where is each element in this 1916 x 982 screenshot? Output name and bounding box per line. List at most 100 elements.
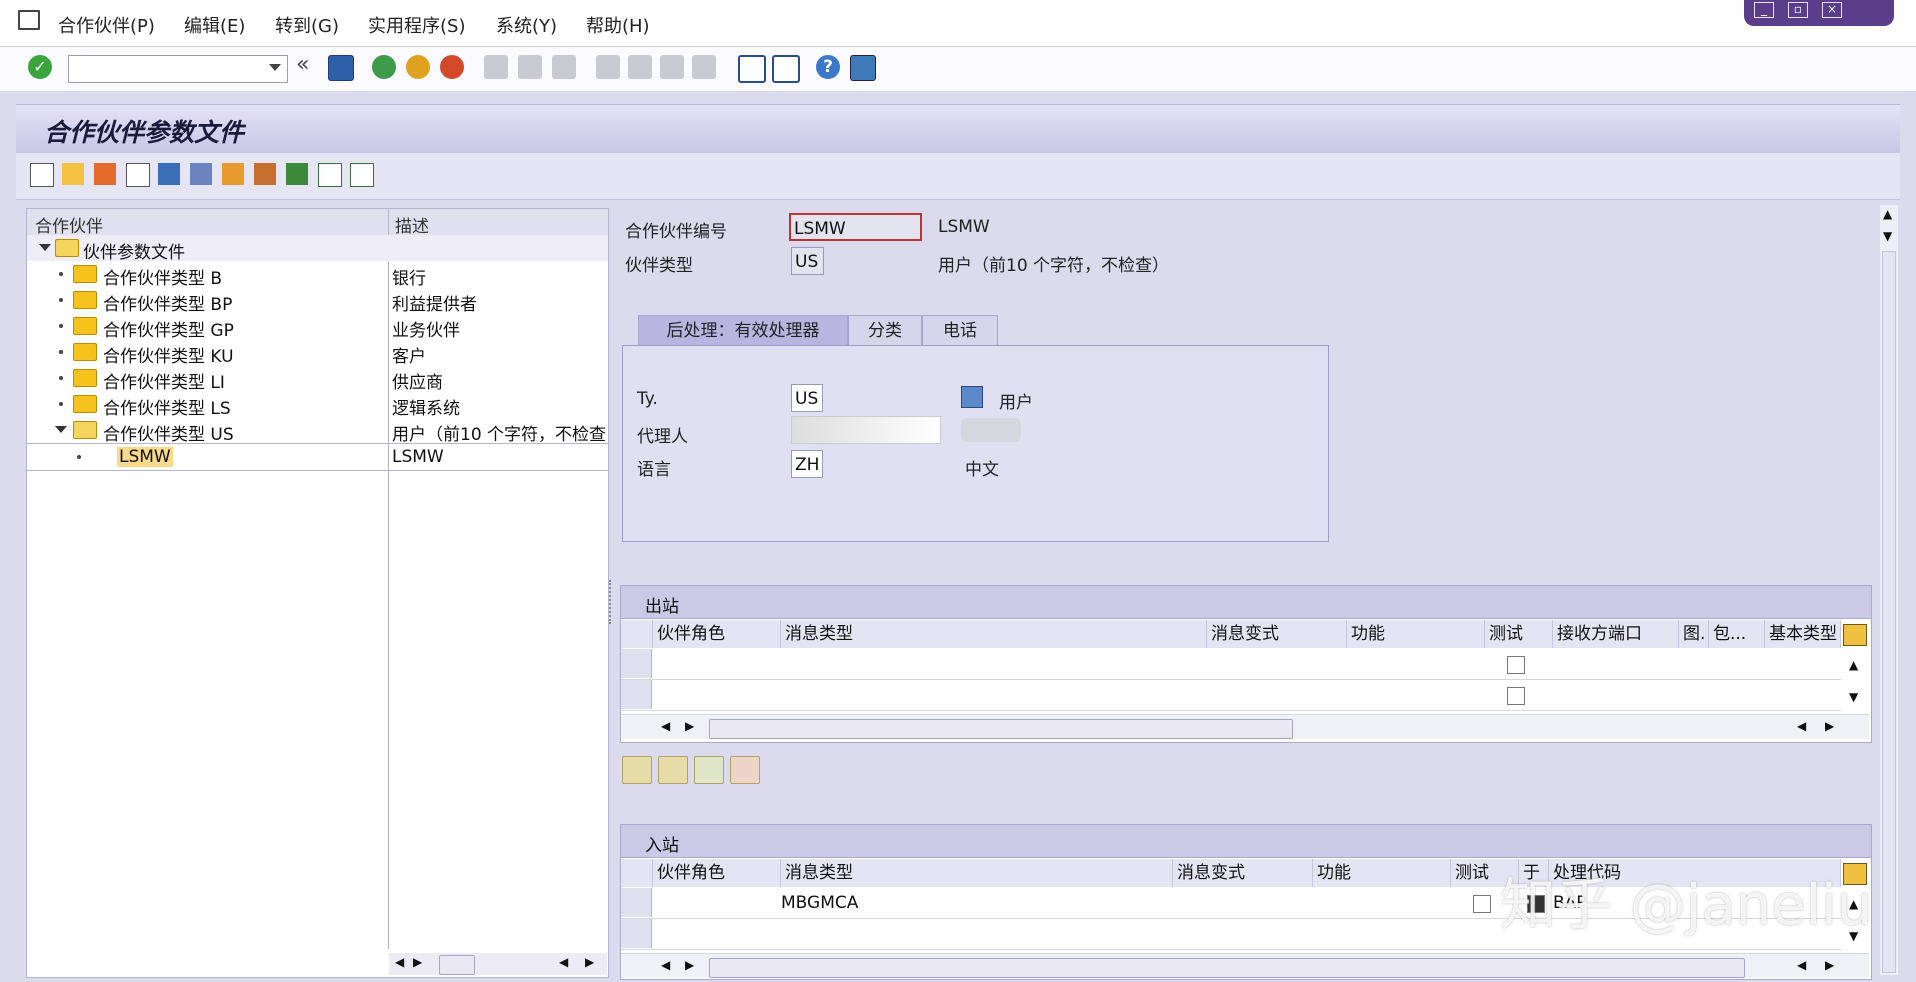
scroll-right-icon[interactable]: ▶: [1825, 719, 1834, 733]
hierarchy-icon[interactable]: [254, 163, 276, 185]
col-header[interactable]: 伙伴角色: [653, 859, 781, 887]
menu-utilities[interactable]: 实用程序(S): [368, 12, 465, 38]
column-settings-icon[interactable]: [1843, 624, 1867, 646]
col-header[interactable]: 功能: [1347, 620, 1485, 648]
tree-item[interactable]: 合作伙伴类型 LS 逻辑系统: [27, 391, 608, 419]
col-header[interactable]: 消息变式: [1173, 859, 1313, 887]
menu-system[interactable]: 系统(Y): [496, 12, 557, 38]
scroll-left-icon[interactable]: ◀: [1797, 719, 1806, 733]
scroll-left-icon[interactable]: ◀: [661, 958, 670, 972]
col-header[interactable]: 包...: [1709, 620, 1765, 648]
exit-icon[interactable]: [406, 55, 430, 79]
copy-row-button[interactable]: [658, 756, 688, 784]
scroll-thumb[interactable]: [709, 719, 1293, 739]
scroll-right-icon[interactable]: ▶: [685, 719, 694, 733]
scroll-down-icon[interactable]: ▼: [1849, 690, 1858, 704]
tab-telephony[interactable]: 电话: [922, 315, 998, 346]
row-selector[interactable]: [621, 680, 652, 709]
tree-item[interactable]: 合作伙伴类型 KU 客户: [27, 339, 608, 367]
tree-item-selected[interactable]: LSMW LSMW: [27, 443, 608, 471]
inbound-horizontal-scrollbar[interactable]: ◀ ▶ ◀ ▶: [621, 953, 1869, 978]
close-icon[interactable]: ×: [1822, 2, 1842, 18]
col-header[interactable]: 消息变式: [1207, 620, 1347, 648]
layout-menu-icon[interactable]: [850, 55, 876, 81]
scroll-left-icon[interactable]: ◀: [661, 719, 670, 733]
col-header[interactable]: 接收方端口: [1553, 620, 1679, 648]
system-menu-icon[interactable]: [18, 10, 40, 30]
scroll-right-icon[interactable]: ▶: [585, 955, 594, 969]
info-icon[interactable]: [222, 163, 244, 185]
minimize-icon[interactable]: _: [1754, 2, 1774, 18]
tree-icon[interactable]: [286, 163, 308, 185]
vertical-scrollbar[interactable]: ▲ ▼: [1880, 205, 1898, 975]
col-header[interactable]: 消息类型: [781, 859, 1173, 887]
select-all-header[interactable]: [621, 620, 653, 648]
display-icon[interactable]: [94, 163, 116, 185]
test-checkbox[interactable]: [1507, 687, 1525, 705]
row-selector[interactable]: [621, 888, 652, 917]
tree-item[interactable]: 合作伙伴类型 GP 业务伙伴: [27, 313, 608, 341]
tree-horizontal-scrollbar[interactable]: ◀ ▶ ◀ ▶: [389, 953, 607, 975]
cancel-icon[interactable]: [440, 55, 464, 79]
expand-triangle-icon[interactable]: [39, 244, 51, 251]
menu-goto[interactable]: 转到(G): [275, 12, 339, 38]
back-icon[interactable]: [372, 55, 396, 79]
copy-icon[interactable]: [126, 163, 150, 187]
scroll-down-icon[interactable]: ▼: [1883, 229, 1892, 243]
detail-button[interactable]: [622, 756, 652, 784]
partner-type-field[interactable]: US: [791, 247, 824, 275]
col-header[interactable]: 功能: [1313, 859, 1451, 887]
scroll-left-icon[interactable]: ◀: [1797, 958, 1806, 972]
scroll-right-icon[interactable]: ▶: [413, 955, 422, 969]
col-header[interactable]: 消息类型: [781, 620, 1207, 648]
menu-edit[interactable]: 编辑(E): [184, 12, 245, 38]
col-header[interactable]: 基本类型: [1765, 620, 1841, 648]
collapse-icon[interactable]: [350, 163, 374, 187]
col-header[interactable]: 伙伴角色: [653, 620, 781, 648]
expand-icon[interactable]: [318, 163, 342, 187]
table-row[interactable]: [621, 680, 1841, 711]
test-checkbox[interactable]: [1507, 656, 1525, 674]
scroll-thumb[interactable]: [1882, 251, 1896, 973]
tab-post-processing[interactable]: 后处理：有效处理器: [638, 315, 848, 346]
col-header[interactable]: 图.: [1679, 620, 1709, 648]
tab-classification[interactable]: 分类: [848, 315, 922, 346]
tree-root[interactable]: 伙伴参数文件: [27, 235, 608, 263]
change-icon[interactable]: [62, 163, 84, 185]
message-type-cell[interactable]: MBGMCA: [781, 893, 858, 913]
delete-icon[interactable]: [158, 163, 180, 185]
outbound-horizontal-scrollbar[interactable]: ◀ ▶ ◀ ▶: [621, 714, 1869, 739]
tree-item[interactable]: 合作伙伴类型 B 银行: [27, 261, 608, 289]
expand-triangle-icon[interactable]: [55, 426, 67, 433]
insert-row-button[interactable]: [694, 756, 724, 784]
delete-row-button[interactable]: [730, 756, 760, 784]
partner-no-field[interactable]: LSMW: [789, 213, 922, 241]
pane-splitter[interactable]: [609, 580, 615, 624]
col-header[interactable]: 测试: [1485, 620, 1553, 648]
language-field[interactable]: ZH: [791, 450, 823, 478]
enter-check-icon[interactable]: ✓: [28, 55, 52, 79]
chevron-down-icon[interactable]: [269, 64, 281, 71]
test-checkbox[interactable]: [1473, 895, 1491, 913]
scroll-left-icon[interactable]: ◀: [559, 955, 568, 969]
table-row[interactable]: [621, 649, 1841, 680]
new-session-icon[interactable]: [738, 55, 766, 83]
command-field[interactable]: [68, 55, 288, 83]
maximize-icon[interactable]: ▫: [1788, 2, 1808, 18]
scroll-up-icon[interactable]: ▲: [1849, 658, 1858, 672]
scroll-right-icon[interactable]: ▶: [1825, 958, 1834, 972]
row-selector[interactable]: [621, 919, 652, 948]
help-icon[interactable]: ?: [816, 55, 840, 79]
scroll-thumb[interactable]: [709, 958, 1745, 978]
check-icon[interactable]: [190, 163, 212, 185]
tree-item[interactable]: 合作伙伴类型 LI 供应商: [27, 365, 608, 393]
scroll-right-icon[interactable]: ▶: [685, 958, 694, 972]
create-icon[interactable]: [30, 163, 54, 187]
scroll-thumb[interactable]: [439, 955, 475, 975]
row-selector[interactable]: [621, 649, 652, 678]
scroll-up-icon[interactable]: ▲: [1883, 207, 1892, 221]
menu-help[interactable]: 帮助(H): [586, 12, 650, 38]
scroll-left-icon[interactable]: ◀: [395, 955, 404, 969]
select-all-header[interactable]: [621, 859, 653, 887]
shortcut-icon[interactable]: [772, 55, 800, 83]
